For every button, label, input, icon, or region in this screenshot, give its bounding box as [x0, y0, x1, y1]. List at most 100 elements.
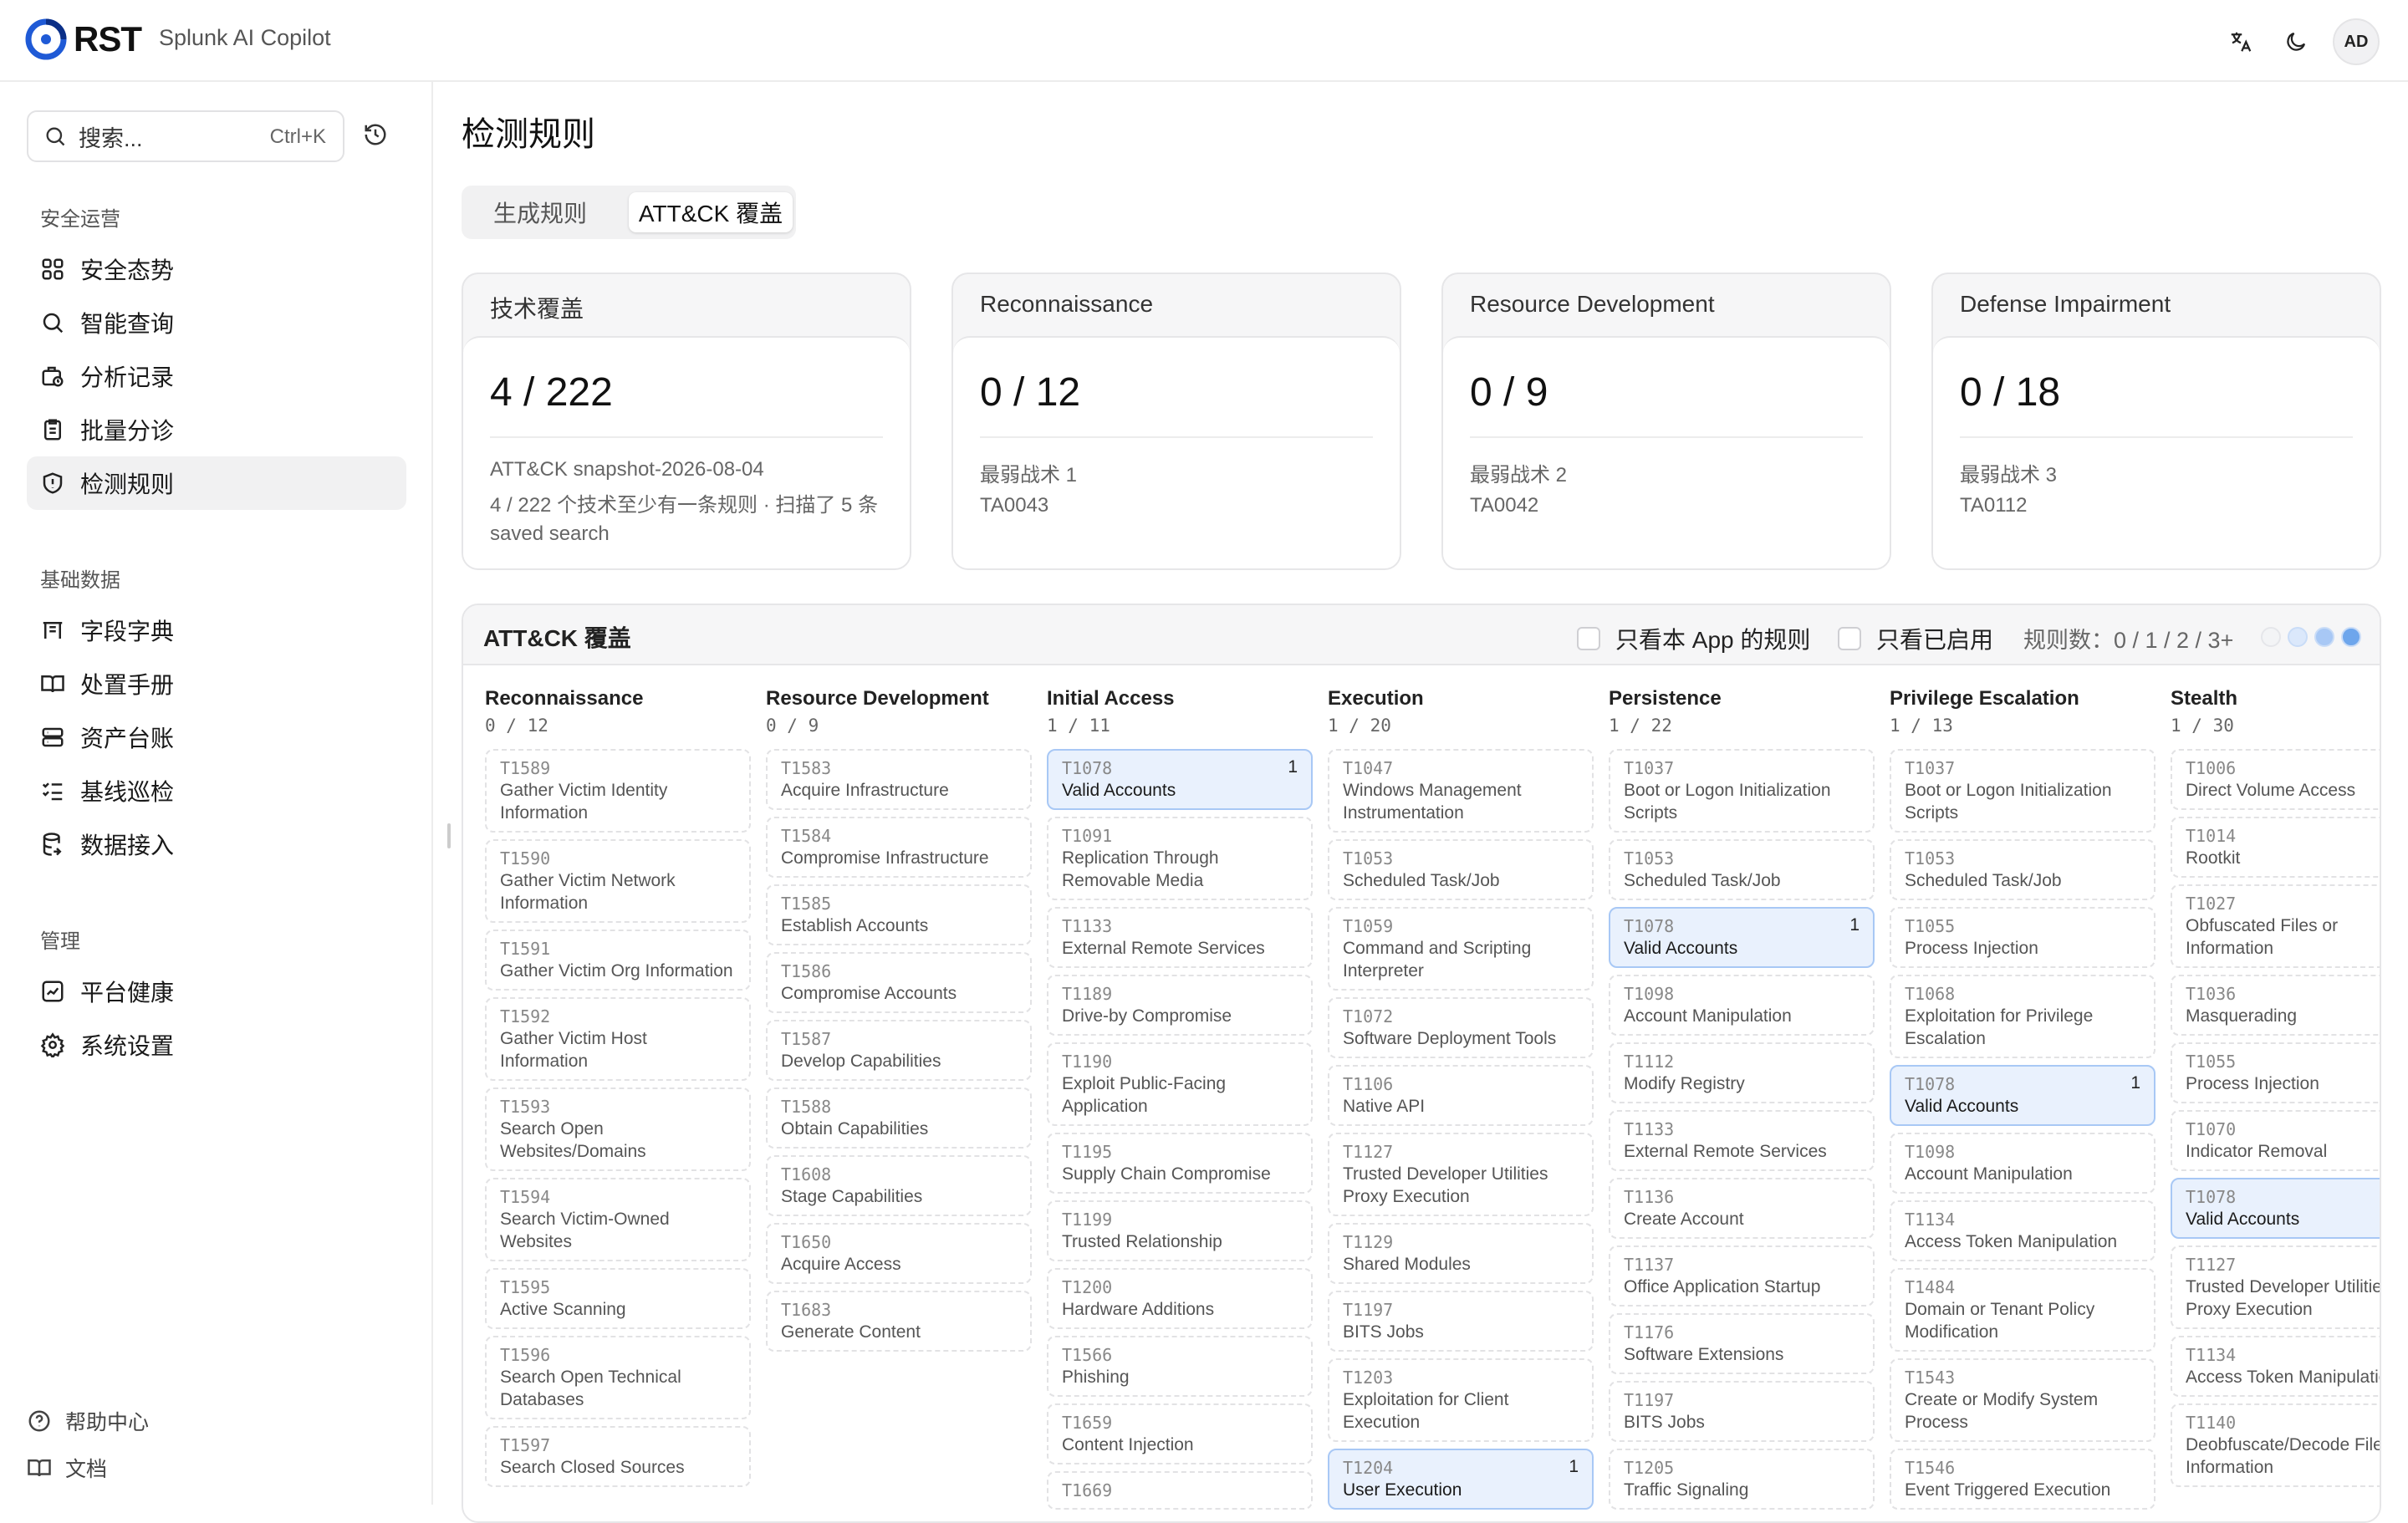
- technique-cell[interactable]: T1585 Establish Accounts: [766, 884, 1032, 945]
- technique-cell[interactable]: T1195 Supply Chain Compromise: [1047, 1133, 1313, 1194]
- nav-item-playbook[interactable]: 处置手册: [27, 657, 406, 711]
- technique-cell[interactable]: T1134 Access Token Manipulation: [1890, 1200, 2155, 1261]
- technique-cell[interactable]: T1098 Account Manipulation: [1609, 975, 1875, 1036]
- technique-cell[interactable]: T1137 Office Application Startup: [1609, 1245, 1875, 1307]
- sidebar-resize-handle[interactable]: [447, 823, 451, 848]
- technique-cell[interactable]: T1133 External Remote Services: [1609, 1110, 1875, 1171]
- nav-item-smart-query[interactable]: 智能查询: [27, 296, 406, 349]
- technique-cell[interactable]: T1594 Search Victim-Owned Websites: [485, 1178, 751, 1261]
- technique-cell[interactable]: T1091 Replication Through Removable Media: [1047, 817, 1313, 900]
- technique-cell[interactable]: T1190 Exploit Public-Facing Application: [1047, 1042, 1313, 1126]
- technique-cell[interactable]: T1129 Shared Modules: [1328, 1223, 1594, 1284]
- theme-toggle-icon[interactable]: [2278, 23, 2314, 60]
- technique-cell[interactable]: T1078Valid Accounts1: [2171, 1178, 2380, 1239]
- technique-cell[interactable]: T1546 Event Triggered Execution: [1890, 1449, 2155, 1510]
- search-input[interactable]: 搜索... Ctrl+K: [27, 110, 344, 162]
- technique-cell[interactable]: T1587 Develop Capabilities: [766, 1020, 1032, 1081]
- technique-cell[interactable]: T1078Valid Accounts1: [1890, 1065, 2155, 1126]
- technique-cell[interactable]: T1204 User Execution 1: [1328, 1449, 1594, 1510]
- technique-cell[interactable]: T1037 Boot or Logon Initialization Script…: [1890, 749, 2155, 833]
- technique-cell[interactable]: T1197 BITS Jobs: [1328, 1291, 1594, 1352]
- nav-item-batch-triage[interactable]: 批量分诊: [27, 403, 406, 456]
- technique-name: Gather Victim Network Information: [500, 871, 676, 913]
- technique-cell[interactable]: T1593 Search Open Websites/Domains: [485, 1087, 751, 1171]
- technique-cell[interactable]: T1140Deobfuscate/Decode Files or Informa…: [2171, 1403, 2380, 1487]
- technique-cell[interactable]: T1055 Process Injection: [1890, 907, 2155, 968]
- technique-name: Hardware Additions: [1062, 1300, 1215, 1319]
- checkbox-box[interactable]: [1838, 627, 1861, 650]
- technique-cell[interactable]: T1608 Stage Capabilities: [766, 1155, 1032, 1216]
- technique-cell[interactable]: T1595 Active Scanning: [485, 1268, 751, 1329]
- technique-cell[interactable]: T1127 Trusted Developer Utilities Proxy E…: [2171, 1245, 2380, 1329]
- technique-cell[interactable]: T1134 Access Token Manipulation: [2171, 1336, 2380, 1397]
- technique-cell[interactable]: T1205 Traffic Signaling: [1609, 1449, 1875, 1510]
- technique-cell[interactable]: T1197 BITS Jobs: [1609, 1381, 1875, 1442]
- technique-cell[interactable]: T1591 Gather Victim Org Information: [485, 930, 751, 991]
- tab-generate-rules[interactable]: 生成规则: [473, 192, 607, 232]
- technique-cell[interactable]: T1650 Acquire Access: [766, 1223, 1032, 1284]
- technique-cell[interactable]: T1006 Direct Volume Access: [2171, 749, 2380, 810]
- filter-app-only-checkbox[interactable]: 只看本 App 的规则: [1577, 622, 1810, 655]
- technique-cell[interactable]: T1597 Search Closed Sources: [485, 1426, 751, 1487]
- filter-enabled-only-checkbox[interactable]: 只看已启用: [1838, 622, 1993, 655]
- technique-cell[interactable]: T1068 Exploitation for Privilege Escalati…: [1890, 975, 2155, 1058]
- docs-link[interactable]: 文档: [27, 1453, 107, 1483]
- nav-item-system-settings[interactable]: 系统设置: [27, 1018, 406, 1072]
- technique-cell[interactable]: T1037 Boot or Logon Initialization Script…: [1609, 749, 1875, 833]
- technique-cell[interactable]: T1106 Native API: [1328, 1065, 1594, 1126]
- technique-cell[interactable]: T1036 Masquerading: [2171, 975, 2380, 1036]
- history-icon[interactable]: [363, 122, 388, 151]
- technique-cell[interactable]: T1133 External Remote Services: [1047, 907, 1313, 968]
- translate-icon[interactable]: [2222, 23, 2259, 60]
- brand-logo[interactable]: RST: [23, 17, 142, 62]
- technique-cell[interactable]: T1078Valid Accounts1: [1047, 749, 1313, 810]
- technique-cell[interactable]: T1589 Gather Victim Identity Information: [485, 749, 751, 833]
- nav-item-platform-health[interactable]: 平台健康: [27, 965, 406, 1018]
- technique-cell[interactable]: T1200 Hardware Additions: [1047, 1268, 1313, 1329]
- technique-cell[interactable]: T1072 Software Deployment Tools: [1328, 997, 1594, 1058]
- nav-item-baseline-check[interactable]: 基线巡检: [27, 764, 406, 818]
- technique-cell[interactable]: T1588 Obtain Capabilities: [766, 1087, 1032, 1149]
- technique-cell[interactable]: T1059 Command and Scripting Interpreter: [1328, 907, 1594, 991]
- technique-cell[interactable]: T1078Valid Accounts1: [1609, 907, 1875, 968]
- technique-cell[interactable]: T1484 Domain or Tenant Policy Modificatio…: [1890, 1268, 2155, 1352]
- nav-item-detection-rules[interactable]: 检测规则: [27, 456, 406, 510]
- technique-cell[interactable]: T1136 Create Account: [1609, 1178, 1875, 1239]
- technique-cell[interactable]: T1053 Scheduled Task/Job: [1609, 839, 1875, 900]
- technique-cell[interactable]: T1053 Scheduled Task/Job: [1890, 839, 2155, 900]
- technique-cell[interactable]: T1584 Compromise Infrastructure: [766, 817, 1032, 878]
- technique-cell[interactable]: T1014 Rootkit: [2171, 817, 2380, 878]
- technique-cell[interactable]: T1055 Process Injection: [2171, 1042, 2380, 1103]
- technique-cell[interactable]: T1189 Drive-by Compromise: [1047, 975, 1313, 1036]
- help-center-link[interactable]: 帮助中心: [27, 1406, 149, 1436]
- technique-cell[interactable]: T1586 Compromise Accounts: [766, 952, 1032, 1013]
- technique-cell[interactable]: T1176 Software Extensions: [1609, 1313, 1875, 1374]
- technique-cell[interactable]: T1047 Windows Management Instrumentation: [1328, 749, 1594, 833]
- nav-item-security-posture[interactable]: 安全态势: [27, 242, 406, 296]
- technique-cell[interactable]: T1669: [1047, 1471, 1313, 1510]
- technique-cell[interactable]: T1590 Gather Victim Network Information: [485, 839, 751, 923]
- checkbox-box[interactable]: [1577, 627, 1600, 650]
- technique-cell[interactable]: T1203 Exploitation for Client Execution: [1328, 1358, 1594, 1442]
- technique-cell[interactable]: T1596 Search Open Technical Databases: [485, 1336, 751, 1419]
- technique-cell[interactable]: T1583 Acquire Infrastructure: [766, 749, 1032, 810]
- technique-cell[interactable]: T1112 Modify Registry: [1609, 1042, 1875, 1103]
- technique-cell[interactable]: T1566 Phishing: [1047, 1336, 1313, 1397]
- nav-item-analysis-records[interactable]: 分析记录: [27, 349, 406, 403]
- tab-attack-coverage[interactable]: ATT&CK 覆盖: [629, 192, 793, 232]
- technique-cell[interactable]: T1592 Gather Victim Host Information: [485, 997, 751, 1081]
- technique-cell[interactable]: T1027 Obfuscated Files or Information: [2171, 884, 2380, 968]
- technique-cell[interactable]: T1053 Scheduled Task/Job: [1328, 839, 1594, 900]
- technique-cell[interactable]: T1543 Create or Modify System Process: [1890, 1358, 2155, 1442]
- nav-item-asset-inventory[interactable]: 资产台账: [27, 711, 406, 764]
- technique-cell[interactable]: T1098 Account Manipulation: [1890, 1133, 2155, 1194]
- technique-cell[interactable]: T1659 Content Injection: [1047, 1403, 1313, 1464]
- nav-item-field-dictionary[interactable]: 字段字典: [27, 604, 406, 657]
- technique-name: Gather Victim Host Information: [500, 1029, 647, 1071]
- technique-cell[interactable]: T1199 Trusted Relationship: [1047, 1200, 1313, 1261]
- technique-cell[interactable]: T1683 Generate Content: [766, 1291, 1032, 1352]
- technique-cell[interactable]: T1070 Indicator Removal: [2171, 1110, 2380, 1171]
- user-avatar[interactable]: AD: [2333, 18, 2380, 65]
- technique-cell[interactable]: T1127 Trusted Developer Utilities Proxy E…: [1328, 1133, 1594, 1216]
- nav-item-data-ingest[interactable]: 数据接入: [27, 818, 406, 871]
